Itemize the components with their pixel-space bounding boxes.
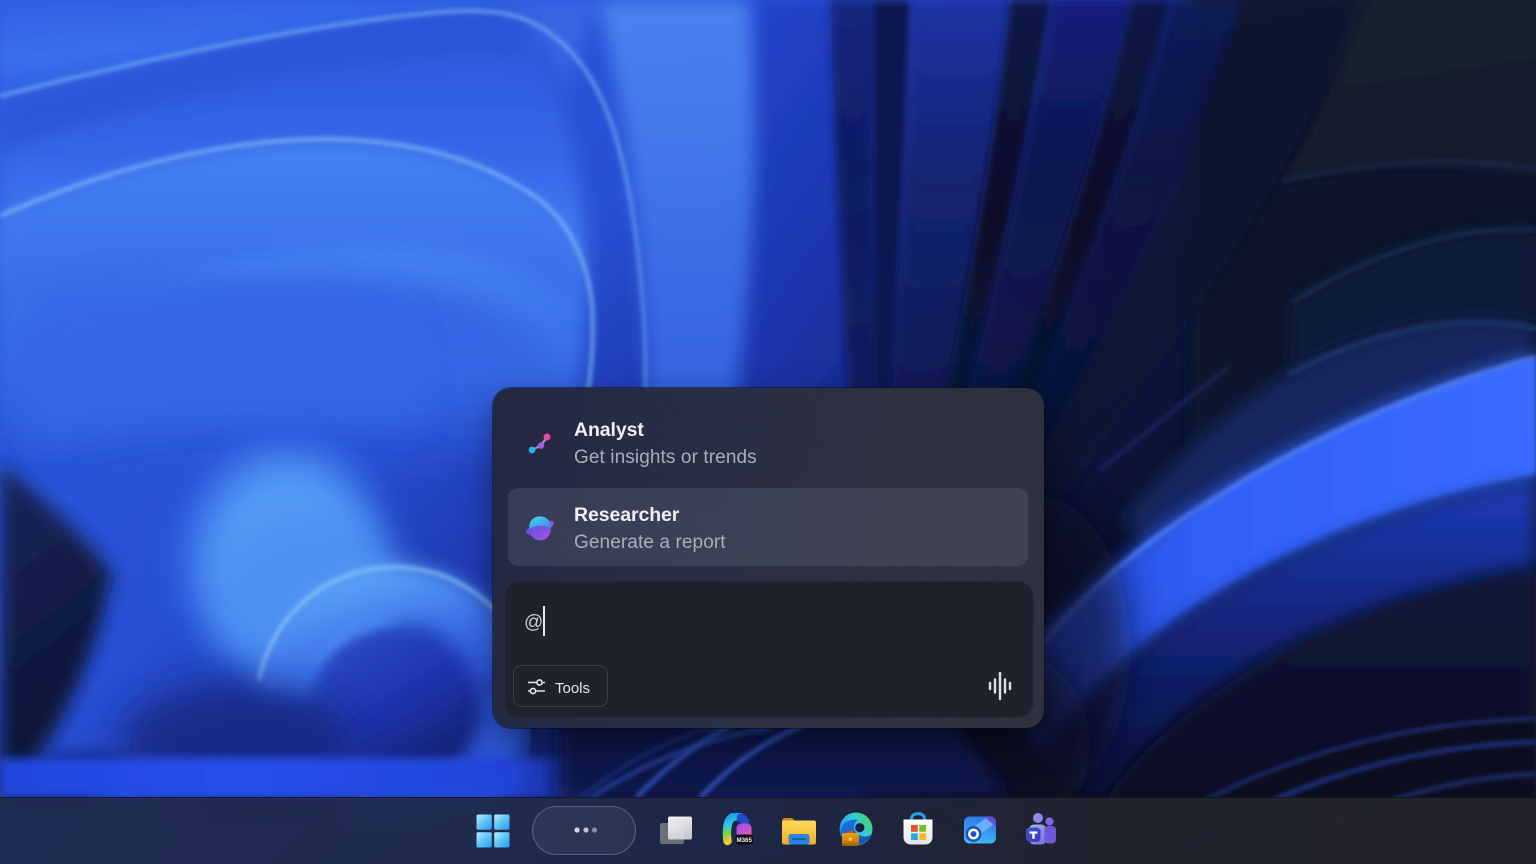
svg-text:M365: M365 (736, 837, 752, 844)
